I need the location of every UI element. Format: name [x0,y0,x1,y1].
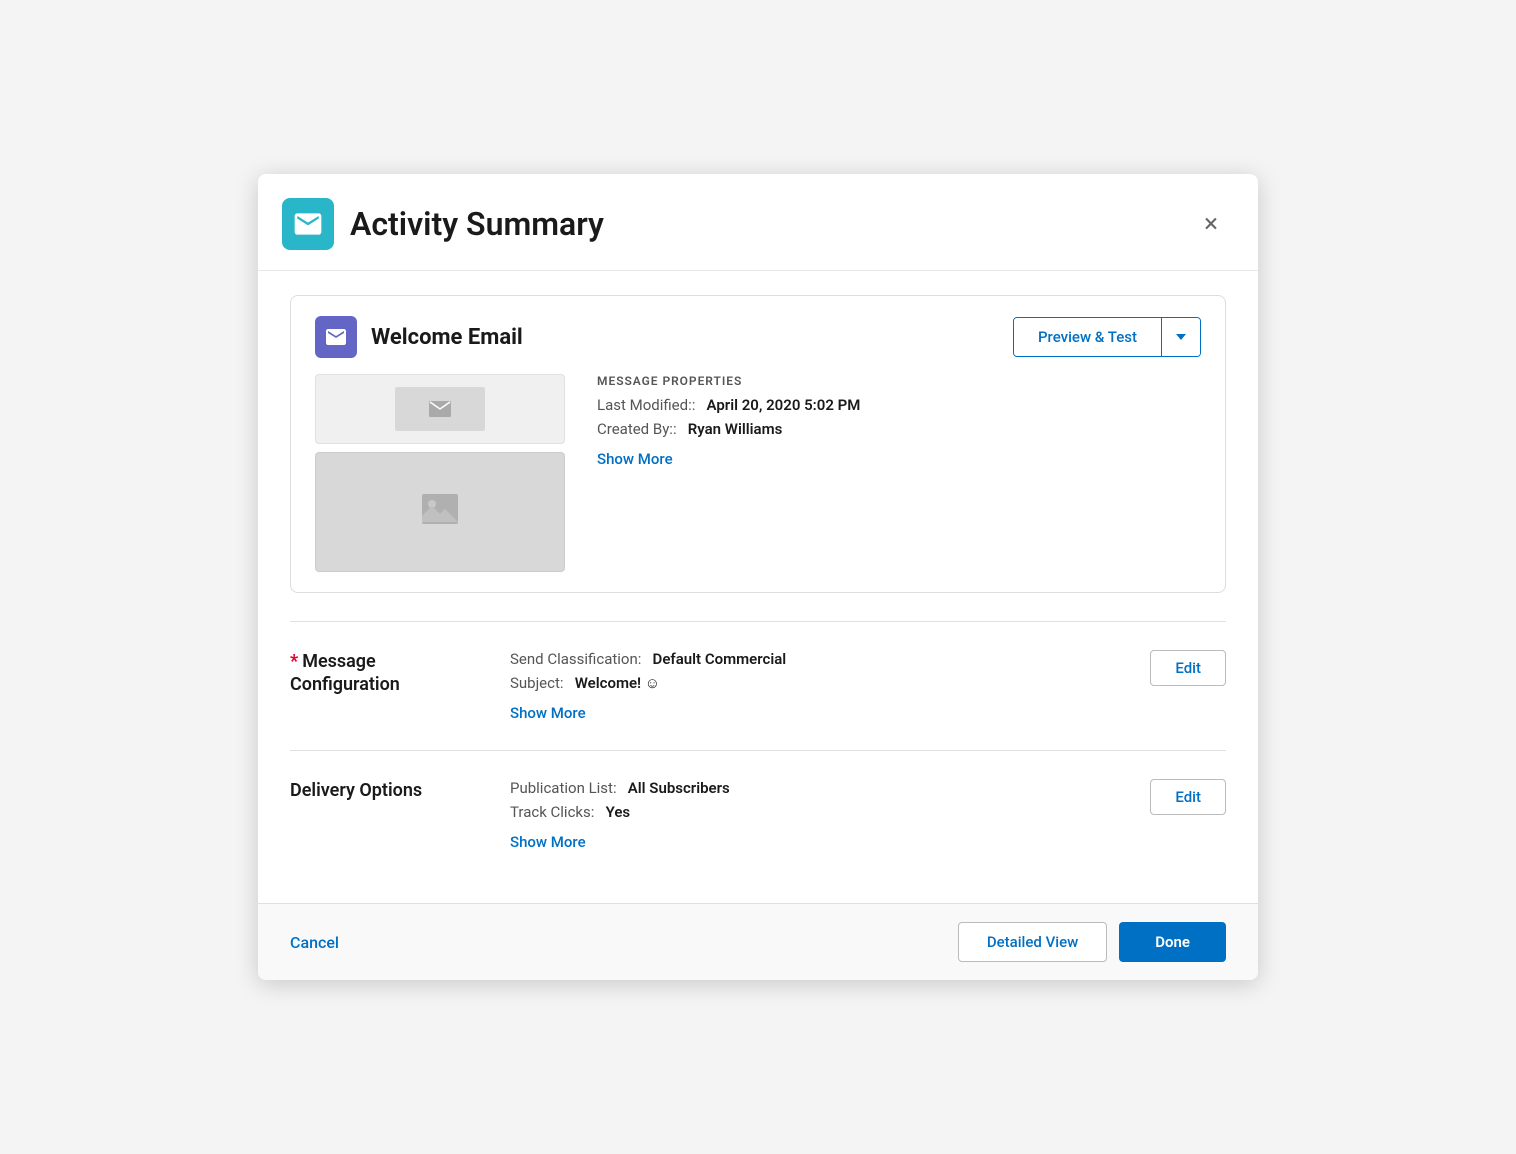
message-configuration-details: Send Classification: Default Commercial … [490,650,1126,722]
email-envelope-icon [315,316,357,358]
message-configuration-section: *Message Configuration Send Classificati… [290,621,1226,750]
publication-list-key: Publication List: [510,779,617,797]
delivery-options-details: Publication List: All Subscribers Track … [490,779,1126,851]
email-thumbnail [315,374,565,572]
message-properties-label: MESSAGE PROPERTIES [597,374,1201,388]
activity-summary-modal: Activity Summary × Welcome Email Preview… [258,174,1258,980]
email-title-row: Welcome Email [315,316,523,358]
created-by-value: Ryan Williams [688,420,783,438]
last-modified-row: Last Modified:: April 20, 2020 5:02 PM [597,396,1201,414]
track-clicks-row: Track Clicks: Yes [510,803,1106,821]
last-modified-key: Last Modified:: [597,396,695,414]
cancel-button[interactable]: Cancel [290,933,339,952]
track-clicks-value: Yes [606,803,631,821]
email-properties: MESSAGE PROPERTIES Last Modified:: April… [597,374,1201,572]
message-configuration-edit-button[interactable]: Edit [1150,650,1226,686]
preview-test-button[interactable]: Preview & Test [1014,318,1161,356]
email-card-header: Welcome Email Preview & Test [315,316,1201,358]
send-classification-value: Default Commercial [653,650,787,668]
delivery-options-edit-button[interactable]: Edit [1150,779,1226,815]
modal-header: Activity Summary × [258,174,1258,271]
modal-title: Activity Summary [350,205,604,243]
subject-key: Subject: [510,674,564,692]
email-name: Welcome Email [371,325,523,350]
created-by-key: Created By:: [597,420,677,438]
preview-test-button-group: Preview & Test [1013,317,1201,357]
publication-list-value: All Subscribers [628,779,730,797]
thumb-bottom [315,452,565,572]
last-modified-value: April 20, 2020 5:02 PM [707,396,861,414]
header-left: Activity Summary [282,198,604,250]
delivery-options-section: Delivery Options Publication List: All S… [290,750,1226,879]
track-clicks-key: Track Clicks: [510,803,594,821]
email-content: MESSAGE PROPERTIES Last Modified:: April… [315,374,1201,572]
close-button[interactable]: × [1196,207,1226,241]
required-asterisk: * [290,651,298,672]
subject-row: Subject: Welcome! ☺ [510,674,1106,692]
message-configuration-edit-area: Edit [1126,650,1226,686]
subject-value: Welcome! ☺ [575,674,660,692]
thumb-top [315,374,565,444]
send-classification-key: Send Classification: [510,650,641,668]
done-button[interactable]: Done [1119,922,1226,962]
delivery-options-edit-area: Edit [1126,779,1226,815]
modal-footer: Cancel Detailed View Done [258,903,1258,980]
send-classification-row: Send Classification: Default Commercial [510,650,1106,668]
delivery-options-label-area: Delivery Options [290,779,490,802]
message-configuration-label-area: *Message Configuration [290,650,490,697]
detailed-view-button[interactable]: Detailed View [958,922,1107,962]
message-properties-show-more[interactable]: Show More [597,450,673,468]
message-configuration-show-more[interactable]: Show More [510,704,586,722]
created-by-row: Created By:: Ryan Williams [597,420,1201,438]
message-configuration-label: *Message Configuration [290,650,490,697]
thumb-top-inner [395,387,485,431]
email-card: Welcome Email Preview & Test [290,295,1226,593]
publication-list-row: Publication List: All Subscribers [510,779,1106,797]
delivery-options-show-more[interactable]: Show More [510,833,586,851]
preview-test-dropdown-button[interactable] [1161,318,1200,356]
activity-summary-icon [282,198,334,250]
footer-right-buttons: Detailed View Done [958,922,1226,962]
delivery-options-label: Delivery Options [290,779,490,802]
image-placeholder-icon [422,494,458,531]
modal-body: Welcome Email Preview & Test [258,271,1258,903]
